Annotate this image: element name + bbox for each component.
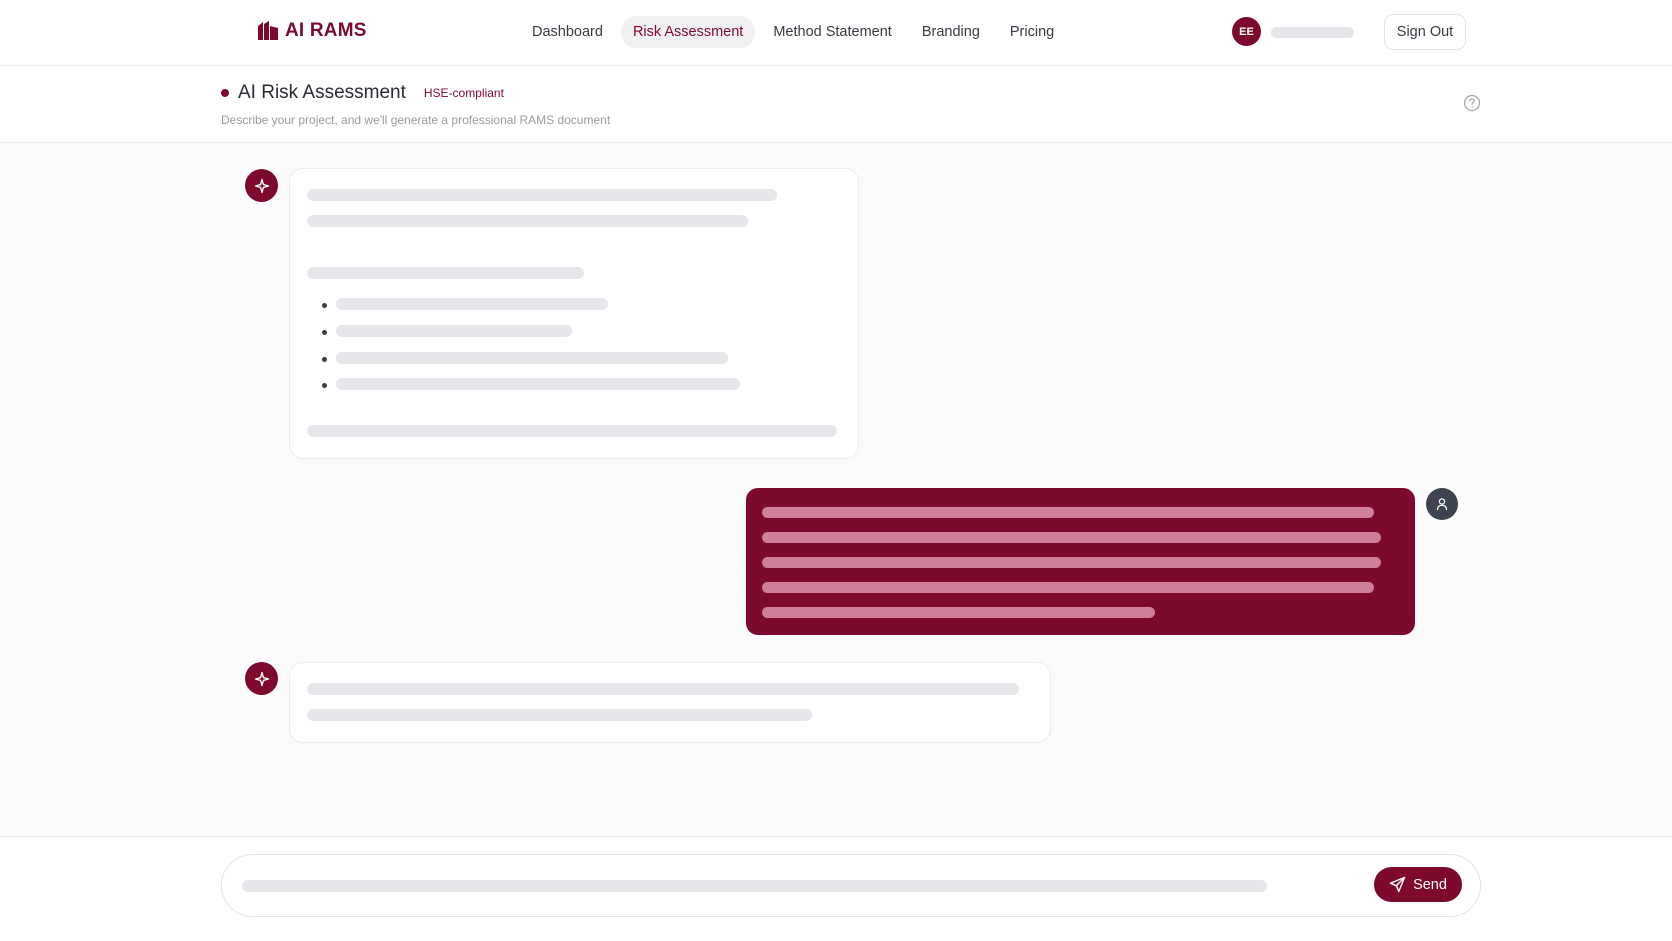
send-button[interactable]: Send (1374, 867, 1462, 902)
user-message-avatar (1426, 488, 1458, 520)
text-skeleton-line (762, 532, 1381, 543)
nav-item-method-statement[interactable]: Method Statement (761, 16, 904, 48)
status-dot (221, 89, 229, 97)
page-header: AI Risk Assessment HSE-compliant Describ… (0, 66, 1672, 143)
text-skeleton-line (307, 683, 1019, 695)
sparkle-icon (254, 178, 269, 193)
nav-item-pricing[interactable]: Pricing (998, 16, 1066, 48)
assistant-avatar (245, 662, 278, 695)
assistant-avatar (245, 169, 278, 202)
assistant-message-bubble (289, 168, 859, 459)
logo-mark-icon (258, 21, 278, 40)
user-icon (1436, 498, 1448, 511)
input-text-skeleton (242, 880, 1267, 892)
user-name-skeleton (1271, 27, 1354, 38)
title-row: AI Risk Assessment HSE-compliant (221, 82, 504, 104)
list-item-skeleton (336, 325, 572, 337)
main-nav: Dashboard Risk Assessment Method Stateme… (520, 16, 1066, 48)
hse-badge: HSE-compliant (423, 86, 504, 100)
text-skeleton-line (762, 507, 1374, 518)
nav-item-branding[interactable]: Branding (910, 16, 992, 48)
brand-name: AI RAMS (285, 20, 367, 41)
text-skeleton-line (762, 557, 1381, 568)
list-bullet (322, 303, 327, 308)
text-skeleton-line (762, 582, 1374, 593)
top-navigation-bar: AI RAMS Dashboard Risk Assessment Method… (0, 0, 1672, 66)
list-bullet (322, 330, 327, 335)
heading-skeleton-line (307, 267, 584, 279)
message-input[interactable] (221, 854, 1481, 917)
list-item-skeleton (336, 298, 608, 310)
user-avatar[interactable]: EE (1232, 17, 1261, 46)
list-item-skeleton (336, 378, 740, 390)
page-title: AI Risk Assessment (238, 82, 406, 103)
paper-plane-icon (1389, 876, 1406, 893)
page-subtitle: Describe your project, and we'll generat… (221, 113, 611, 127)
nav-item-risk-assessment[interactable]: Risk Assessment (620, 16, 756, 48)
sparkle-icon (254, 671, 269, 686)
user-message-bubble (746, 488, 1415, 635)
text-skeleton-line (307, 709, 812, 721)
brand-logo[interactable]: AI RAMS (257, 20, 367, 42)
text-skeleton-line (762, 607, 1155, 618)
text-skeleton-line (307, 189, 777, 201)
nav-item-dashboard[interactable]: Dashboard (520, 16, 615, 48)
text-skeleton-line (307, 215, 748, 227)
send-button-label: Send (1413, 876, 1447, 893)
assistant-message-bubble (289, 662, 1051, 743)
question-circle-icon[interactable] (1463, 94, 1481, 112)
list-item-skeleton (336, 352, 728, 364)
sign-out-button[interactable]: Sign Out (1384, 14, 1466, 50)
list-bullet (322, 383, 327, 388)
list-bullet (322, 357, 327, 362)
text-skeleton-line (307, 425, 837, 437)
